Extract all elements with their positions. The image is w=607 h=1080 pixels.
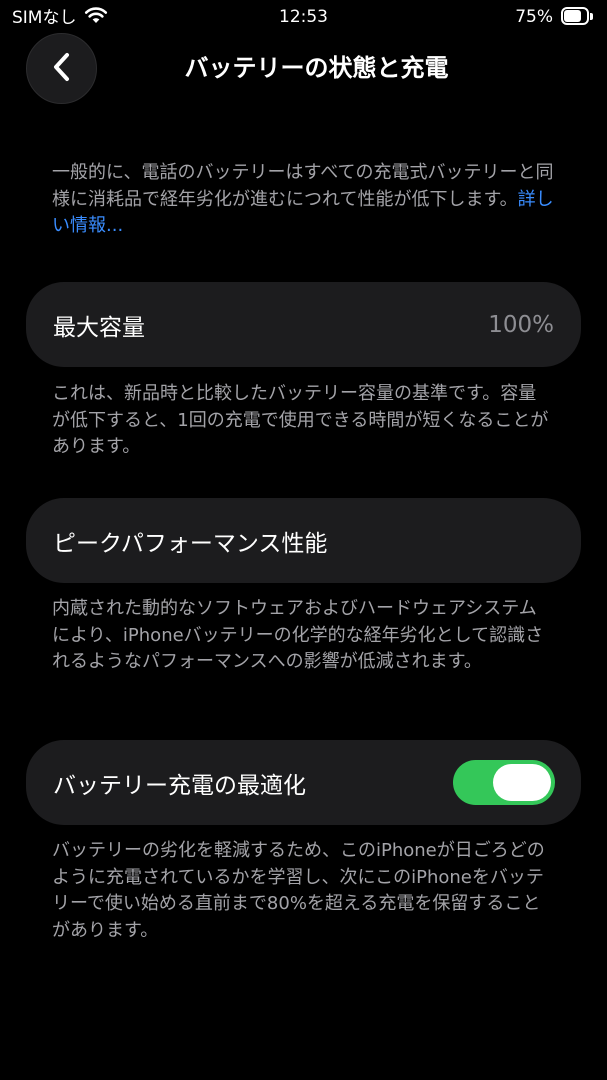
status-right: 75% bbox=[515, 6, 595, 28]
intro-body: 一般的に、電話のバッテリーはすべての充電式バッテリーと同様に消耗品で経年劣化が進… bbox=[52, 162, 554, 210]
peak-performance-footnote: 内蔵された動的なソフトウェアおよびハードウェアシステムにより、iPhoneバッテ… bbox=[52, 598, 544, 672]
peak-performance-label: ピークパフォーマンス性能 bbox=[53, 530, 328, 557]
battery-icon bbox=[561, 7, 595, 27]
max-capacity-footnote: これは、新品時と比較したバッテリー容量の基準です。容量が低下すると、1回の充電で… bbox=[52, 383, 549, 457]
optimized-charging-toggle[interactable] bbox=[453, 760, 555, 805]
optimized-charging-footnote: バッテリーの劣化を軽減するため、このiPhoneが日ごろどのように充電されている… bbox=[52, 840, 545, 941]
battery-percent: 75% bbox=[515, 7, 553, 27]
chevron-left-icon bbox=[51, 51, 73, 87]
optimized-charging-row: バッテリー充電の最適化 bbox=[26, 740, 581, 825]
peak-performance-row: ピークパフォーマンス性能 bbox=[26, 498, 581, 583]
max-capacity-row: 最大容量 100% bbox=[26, 282, 581, 367]
back-button[interactable] bbox=[26, 33, 97, 104]
status-bar: SIMなし 12:53 75% bbox=[0, 0, 607, 34]
optimized-charging-label: バッテリー充電の最適化 bbox=[53, 772, 306, 799]
toggle-knob bbox=[493, 764, 551, 801]
max-capacity-label: 最大容量 bbox=[53, 314, 145, 341]
intro-text: 一般的に、電話のバッテリーはすべての充電式バッテリーと同様に消耗品で経年劣化が進… bbox=[52, 160, 562, 240]
page-title: バッテリーの状態と充電 bbox=[184, 54, 449, 82]
max-capacity-value: 100% bbox=[488, 311, 554, 338]
